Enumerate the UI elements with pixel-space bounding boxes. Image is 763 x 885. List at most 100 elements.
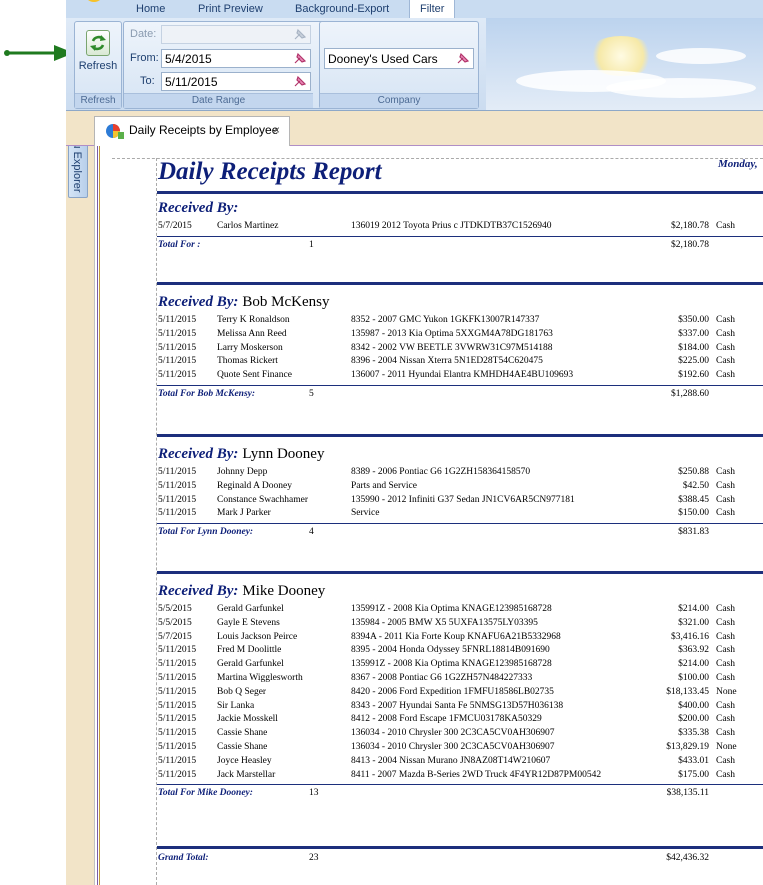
total-label: Total For : (158, 239, 201, 250)
cell-amount: $335.38 (678, 728, 709, 739)
cell-date: 5/11/2015 (158, 700, 197, 711)
cell-customer: Sir Lanka (217, 700, 255, 711)
table-row: 5/11/2015 Cassie Shane 136034 - 2010 Chrys… (158, 740, 763, 754)
cell-customer: Cassie Shane (217, 728, 268, 739)
table-row: 5/11/2015 Thomas Rickert 8396 - 2004 Nissa… (158, 354, 763, 368)
cell-amount: $18,133.45 (666, 686, 709, 697)
cell-item: 8411 - 2007 Mazda B-Series 2WD Truck 4F4… (351, 769, 602, 780)
cell-item: 8352 - 2007 GMC Yukon 1GKFK13007R147337 (351, 315, 540, 325)
cell-date: 5/11/2015 (158, 742, 197, 752)
table-row: 5/11/2015 Joyce Heasley 8413 - 2004 Nissan… (158, 754, 763, 768)
cell-date: 5/11/2015 (158, 755, 197, 766)
received-by-label: Received By: (158, 200, 239, 216)
cell-customer: Gerald Garfunkel (217, 659, 284, 670)
cell-customer: Bob Q Seger (217, 686, 267, 697)
cell-item: 8342 - 2002 VW BEETLE 3VWRW31C97M514188 (351, 342, 553, 353)
cell-amount: $214.00 (678, 604, 709, 614)
cell-date: 5/11/2015 (158, 467, 197, 477)
table-row: 5/11/2015 Jackie Mosskell 8412 - 2008 Ford… (158, 712, 763, 726)
table-row: 5/11/2015 Quote Sent Finance 136007 - 2011… (158, 368, 763, 382)
table-row: 5/11/2015 Mark J Parker Service $150.00 Cash (158, 506, 763, 520)
grand-total-count: 23 (309, 853, 319, 863)
cell-amount: $250.88 (678, 467, 709, 477)
table-row: 5/11/2015 Martina Wigglesworth 8367 - 2008… (158, 671, 763, 685)
cell-customer: Reginald A Dooney (217, 480, 292, 491)
group-header: Received By: Lynn Dooney (158, 446, 324, 463)
group-divider (157, 434, 763, 437)
table-row: 5/5/2015 Gerald Garfunkel 135991Z - 2008 K… (158, 602, 763, 616)
table-row: 5/11/2015 Constance Swachhamer 135990 - 20… (158, 493, 763, 507)
cell-method: Cash (716, 328, 735, 339)
report-page: Daily Receipts Report Monday, Received B… (0, 0, 763, 885)
cell-customer: Terry K Ronaldson (217, 315, 290, 325)
cell-customer: Quote Sent Finance (217, 370, 292, 381)
cell-customer: Thomas Rickert (217, 356, 278, 367)
cell-date: 5/11/2015 (158, 494, 197, 505)
cell-date: 5/11/2015 (158, 673, 197, 683)
cell-customer: Constance Swachhamer (217, 494, 309, 505)
table-row: 5/11/2015 Johnny Depp 8389 - 2006 Pontiac … (158, 465, 763, 479)
cell-item: Parts and Service (351, 480, 417, 491)
total-divider (157, 385, 763, 386)
cell-amount: $433.01 (678, 755, 709, 766)
cell-method: Cash (716, 467, 735, 477)
cell-method: Cash (716, 728, 735, 739)
table-row: 5/11/2015 Reginald A Dooney Parts and Serv… (158, 479, 763, 493)
cell-amount: $150.00 (678, 508, 709, 519)
total-divider (157, 235, 763, 237)
cell-item: 8420 - 2006 Ford Expedition 1FMFU18586LB… (351, 686, 554, 697)
cell-amount: $321.00 (678, 617, 709, 628)
total-amount: $2,180.78 (671, 239, 709, 250)
cell-amount: $13,829.19 (666, 742, 709, 752)
cell-customer: Carlos Martinez (217, 221, 279, 231)
report-date: Monday, (718, 158, 758, 170)
cell-customer: Gerald Garfunkel (217, 604, 284, 614)
received-by-label: Received By: (158, 583, 239, 599)
group-total-row: Total For : 1 $2,180.78 (158, 238, 763, 252)
cell-item: 136007 - 2011 Hyundai Elantra KMHDH4AE4B… (351, 370, 574, 381)
total-count: 4 (309, 527, 314, 538)
table-row: 5/7/2015 Carlos Martinez 136019 2012 Toyot… (158, 219, 763, 233)
cell-item: 135984 - 2005 BMW X5 5UXFA13575LY03395 (351, 617, 538, 628)
cell-date: 5/11/2015 (158, 480, 197, 491)
received-by-label: Received By: (158, 294, 239, 310)
cell-method: Cash (716, 342, 735, 353)
cell-amount: $225.00 (678, 356, 709, 367)
cell-method: Cash (716, 221, 735, 231)
cell-amount: $2,180.78 (671, 221, 709, 231)
cell-method: None (716, 742, 737, 752)
group-total-row: Total For Mike Dooney: 13 $38,135.11 (158, 786, 763, 800)
cell-date: 5/11/2015 (158, 686, 197, 697)
cell-date: 5/11/2015 (158, 769, 197, 780)
table-row: 5/11/2015 Larry Moskerson 8342 - 2002 VW B… (158, 341, 763, 355)
employee-name: Lynn Dooney (242, 446, 325, 462)
cell-customer: Melissa Ann Reed (217, 328, 287, 339)
cell-method: Cash (716, 714, 735, 725)
table-row: 5/11/2015 Jack Marstellar 8411 - 2007 Mazd… (158, 768, 763, 782)
cell-date: 5/7/2015 (158, 221, 192, 231)
cell-date: 5/11/2015 (158, 714, 197, 725)
cell-customer: Johnny Depp (217, 467, 268, 477)
cell-method: Cash (716, 700, 735, 711)
cell-item: 8412 - 2008 Ford Escape 1FMCU03178KA5032… (351, 714, 542, 725)
cell-method: None (716, 686, 737, 697)
cell-amount: $388.45 (678, 494, 709, 505)
cell-item: 136019 2012 Toyota Prius c JTDKDTB37C152… (351, 221, 552, 231)
cell-item: 136034 - 2010 Chrysler 300 2C3CA5CV0AH30… (351, 742, 555, 752)
grand-total-divider (157, 846, 763, 849)
grand-total-label: Grand Total: (158, 853, 209, 863)
total-count: 5 (309, 389, 314, 399)
cell-customer: Martina Wigglesworth (217, 673, 303, 683)
cell-date: 5/11/2015 (158, 645, 197, 656)
cell-customer: Jack Marstellar (217, 769, 276, 780)
cell-method: Cash (716, 755, 735, 766)
cell-item: 8367 - 2008 Pontiac G6 1G2ZH57N484227333 (351, 673, 533, 683)
group-header: Received By: Bob McKensy (158, 294, 329, 311)
cell-date: 5/11/2015 (158, 356, 197, 367)
total-divider (157, 784, 763, 786)
cell-amount: $192.60 (678, 370, 709, 381)
cell-date: 5/11/2015 (158, 659, 197, 670)
cell-item: 135991Z - 2008 Kia Optima KNAGE123985168… (351, 659, 552, 670)
cell-amount: $100.00 (678, 673, 709, 683)
total-label: Total For Lynn Dooney: (158, 527, 254, 538)
